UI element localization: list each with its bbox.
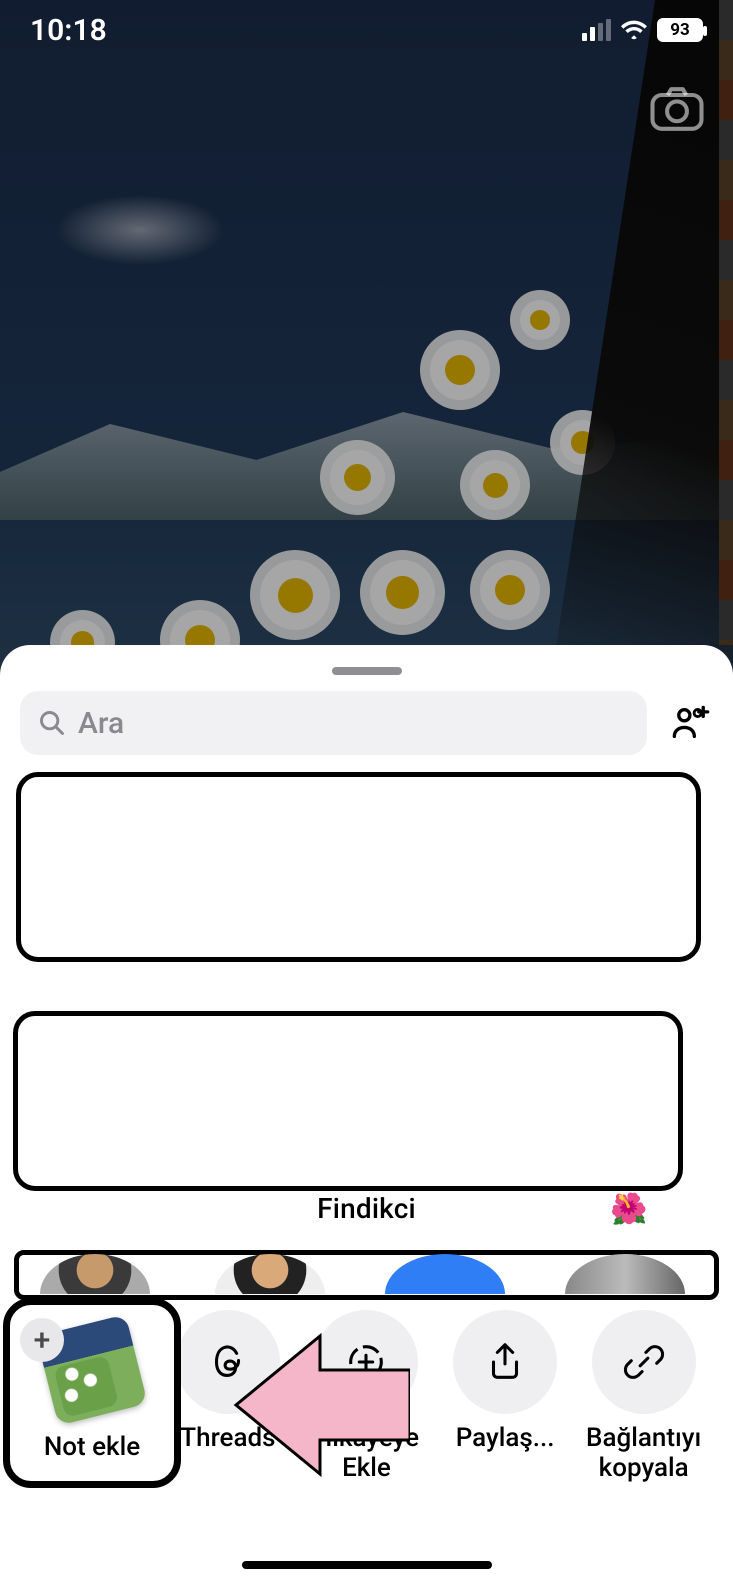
search-placeholder: Ara [78, 706, 124, 741]
share-action[interactable]: Paylaş... [436, 1310, 575, 1500]
share-label: Paylaş... [456, 1424, 555, 1454]
copy-link-action[interactable]: Bağlantıyı kopyala [574, 1310, 713, 1500]
wifi-icon [621, 20, 647, 40]
redaction-box-1 [16, 772, 701, 962]
sheet-grabber[interactable] [332, 667, 402, 675]
redaction-box-2 [13, 1011, 683, 1191]
copy-link-label: Bağlantıyı kopyala [586, 1424, 701, 1484]
right-edge-strip [719, 0, 733, 645]
battery-percent: 93 [659, 20, 701, 40]
add-people-button[interactable] [669, 701, 713, 745]
camera-button[interactable] [649, 85, 705, 133]
annotation-arrow [230, 1330, 410, 1480]
battery-indicator: 93 [657, 18, 703, 42]
search-icon [38, 709, 66, 737]
share-icon [482, 1339, 528, 1385]
link-icon [621, 1339, 667, 1385]
plus-icon: + [20, 1318, 64, 1362]
cellular-signal-icon [582, 19, 611, 41]
hibiscus-emoji: 🌺 [610, 1192, 647, 1227]
status-bar: 10:18 93 [0, 0, 733, 60]
add-note-label: Not ekle [44, 1432, 140, 1462]
home-indicator [242, 1561, 492, 1569]
search-input[interactable]: Ara [20, 691, 647, 755]
status-time: 10:18 [30, 13, 107, 48]
